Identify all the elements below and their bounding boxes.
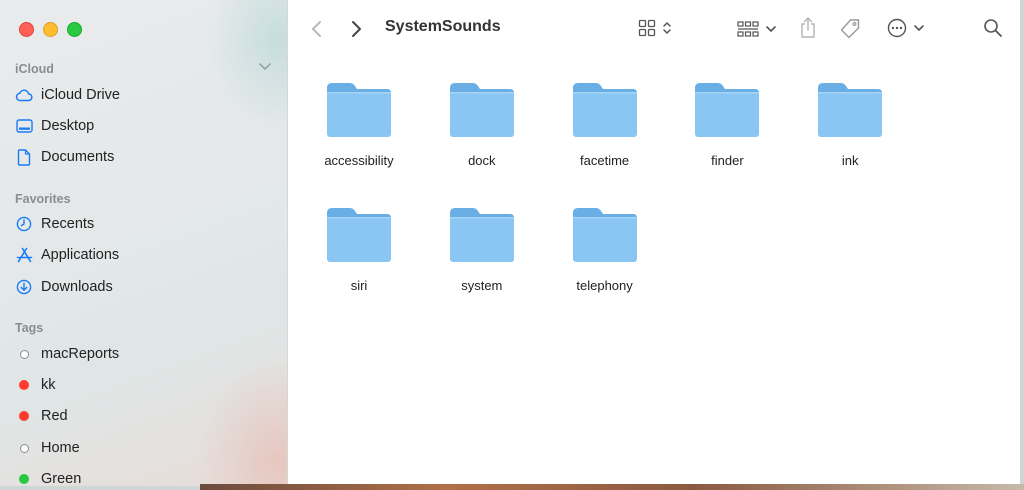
view-mode-button[interactable] xyxy=(638,19,673,37)
group-grid-icon xyxy=(737,21,759,37)
ellipsis-circle-icon xyxy=(887,18,907,38)
folder-icon xyxy=(572,208,637,262)
chevron-left-icon xyxy=(312,21,321,37)
more-actions-button[interactable] xyxy=(887,18,925,38)
sidebar-item-label: Desktop xyxy=(41,118,95,134)
share-icon xyxy=(801,17,815,38)
sidebar: iCloud iCloud Drive Desktop Documents Fa… xyxy=(0,0,288,486)
sidebar-item-downloads[interactable]: Downloads xyxy=(15,275,113,299)
sidebar-item-label: Documents xyxy=(41,149,115,165)
folder-item[interactable]: dock xyxy=(422,80,542,168)
sidebar-item-desktop[interactable]: Desktop xyxy=(15,114,94,138)
sidebar-item-label: Recents xyxy=(41,216,95,232)
folder-label: telephony xyxy=(576,278,633,293)
folder-label: ink xyxy=(841,153,859,168)
sidebar-item-label: Home xyxy=(41,440,80,456)
tag-dot-icon xyxy=(15,470,33,486)
search-button[interactable] xyxy=(983,18,1003,38)
sidebar-item-label: Red xyxy=(41,408,68,424)
desktop-background xyxy=(200,484,1024,490)
window-controls xyxy=(19,22,82,37)
folder-item[interactable]: ink xyxy=(790,80,910,168)
cloud-icon xyxy=(15,86,33,104)
forward-button[interactable] xyxy=(349,19,363,39)
folder-label: accessibility xyxy=(324,153,394,168)
close-button[interactable] xyxy=(19,22,34,37)
sidebar-item-icloud-drive[interactable]: iCloud Drive xyxy=(15,83,120,107)
sidebar-item-applications[interactable]: Applications xyxy=(15,243,119,267)
tag-button[interactable] xyxy=(839,18,861,40)
share-button[interactable] xyxy=(799,16,817,40)
search-icon xyxy=(984,19,1002,37)
chevron-updown-icon xyxy=(663,22,671,34)
folder-label: facetime xyxy=(580,153,630,168)
folder-icon xyxy=(449,83,514,137)
desktop-icon xyxy=(15,117,33,135)
folder-icon xyxy=(327,83,391,137)
folder-item[interactable]: accessibility xyxy=(299,80,419,168)
folder-icon xyxy=(327,208,391,262)
folder-label: finder xyxy=(711,153,744,168)
sidebar-item-tag-kk[interactable]: kk xyxy=(15,373,56,397)
download-icon xyxy=(15,278,33,296)
chevron-down-icon xyxy=(766,26,776,32)
chevron-right-icon xyxy=(352,21,361,37)
sidebar-item-documents[interactable]: Documents xyxy=(15,145,114,169)
folder-item[interactable]: finder xyxy=(667,80,787,168)
window-title: SystemSounds xyxy=(385,18,501,35)
folder-label: system xyxy=(461,278,503,293)
sidebar-item-label: Downloads xyxy=(41,279,113,295)
clock-icon xyxy=(15,215,33,233)
chevron-down-icon xyxy=(914,25,924,31)
folder-icon xyxy=(572,83,637,137)
sidebar-item-label: iCloud Drive xyxy=(41,87,120,103)
tag-icon xyxy=(840,19,860,39)
section-title-favorites: Favorites xyxy=(15,192,71,206)
back-button[interactable] xyxy=(310,19,324,39)
folder-icon xyxy=(695,83,760,137)
sidebar-item-recents[interactable]: Recents xyxy=(15,212,94,236)
folder-item[interactable]: facetime xyxy=(545,80,665,168)
folder-icon xyxy=(449,208,514,262)
group-by-button[interactable] xyxy=(737,20,777,38)
sidebar-item-label: Green xyxy=(41,471,82,486)
minimize-button[interactable] xyxy=(43,22,58,37)
folder-label: siri xyxy=(350,278,368,293)
zoom-button[interactable] xyxy=(67,22,82,37)
sidebar-item-tag-macreports[interactable]: macReports xyxy=(15,342,119,366)
section-title-tags: Tags xyxy=(15,321,44,335)
chevron-down-icon[interactable] xyxy=(258,62,272,72)
folder-item[interactable]: telephony xyxy=(545,205,665,293)
tag-dot-icon xyxy=(15,345,33,363)
folder-label: dock xyxy=(468,153,496,168)
tag-dot-icon xyxy=(15,439,33,457)
sidebar-item-label: macReports xyxy=(41,346,120,362)
icon-grid-icon xyxy=(638,19,656,37)
tag-dot-icon xyxy=(15,376,33,394)
sidebar-item-tag-green[interactable]: Green xyxy=(15,467,81,486)
section-title-icloud: iCloud xyxy=(15,62,54,76)
sidebar-item-tag-red[interactable]: Red xyxy=(15,404,68,428)
sidebar-item-label: Applications xyxy=(41,247,120,263)
sidebar-item-label: kk xyxy=(41,377,56,393)
folder-item[interactable]: system xyxy=(422,205,542,293)
applications-icon xyxy=(15,246,33,264)
document-icon xyxy=(15,148,33,166)
sidebar-item-tag-home[interactable]: Home xyxy=(15,436,80,460)
folder-icon xyxy=(818,83,883,137)
finder-window: iCloud iCloud Drive Desktop Documents Fa… xyxy=(0,0,1021,486)
folder-item[interactable]: siri xyxy=(299,205,419,293)
tag-dot-icon xyxy=(15,407,33,425)
